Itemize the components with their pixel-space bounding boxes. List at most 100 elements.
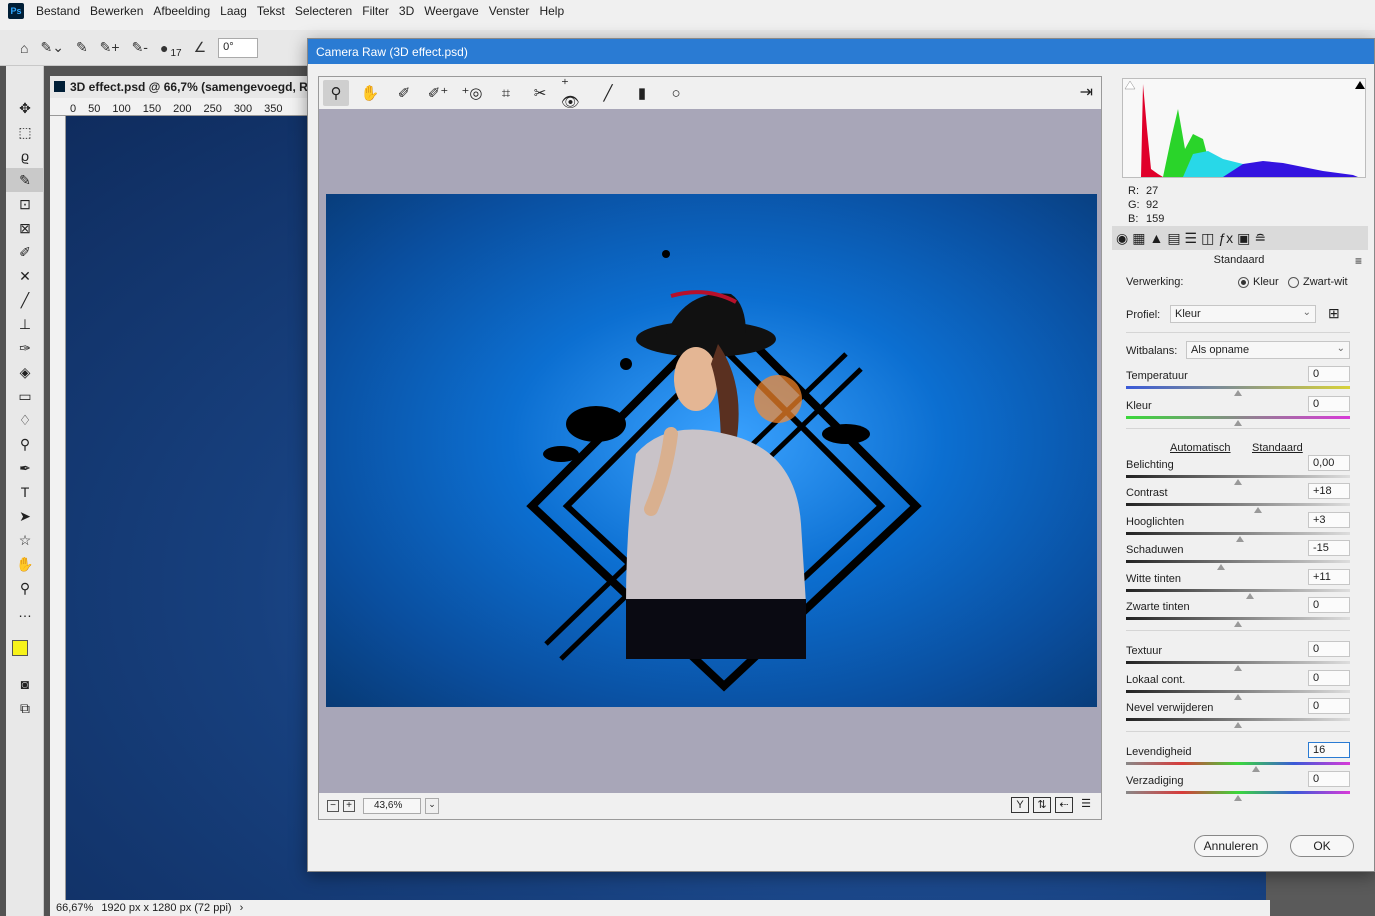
menu-bestand[interactable]: Bestand	[36, 4, 80, 18]
shape-tool-icon[interactable]: ☆	[6, 528, 44, 552]
menu-bewerken[interactable]: Bewerken	[90, 4, 143, 18]
quick-selection-tool-icon[interactable]: ✎	[6, 168, 44, 192]
detail-tab-icon[interactable]: ▲	[1149, 230, 1163, 246]
cancel-button[interactable]: Annuleren	[1194, 835, 1268, 857]
move-tool-icon[interactable]: ✥	[6, 96, 44, 120]
spot-removal-icon[interactable]: ✂	[527, 80, 553, 106]
menu-venster[interactable]: Venster	[489, 4, 530, 18]
crop-tool-icon[interactable]: ⊡	[6, 192, 44, 216]
profile-select[interactable]: Kleur ⌄	[1170, 305, 1316, 323]
ok-button[interactable]: OK	[1290, 835, 1354, 857]
hand-tool-icon[interactable]: ✋	[6, 552, 44, 576]
radio-color[interactable]	[1238, 276, 1249, 288]
brush-tool-icon[interactable]: ╱	[6, 288, 44, 312]
hand-icon[interactable]: ✋	[357, 80, 383, 106]
zoom-tool-icon[interactable]: ⚲	[6, 576, 44, 600]
slider-value-field[interactable]: 0,00	[1308, 455, 1350, 471]
slider-value-field[interactable]: 0	[1308, 641, 1350, 657]
zoom-icon[interactable]: ⚲	[323, 80, 349, 106]
slider-thumb[interactable]	[1251, 766, 1260, 772]
slider-thumb[interactable]	[1234, 665, 1242, 671]
subtract-selection-icon[interactable]: ✎-	[132, 39, 148, 56]
zoom-level-field[interactable]: 43,6%	[363, 798, 421, 814]
slider-track[interactable]	[1126, 718, 1350, 721]
toggle-settings-icon[interactable]: ☰	[1077, 797, 1095, 813]
menu-weergave[interactable]: Weergave	[424, 4, 478, 18]
slider-value-field[interactable]: 0	[1308, 366, 1350, 382]
blur-tool-icon[interactable]: ♢	[6, 408, 44, 432]
slider-thumb[interactable]	[1246, 593, 1255, 599]
menu-help[interactable]: Help	[539, 4, 564, 18]
lens-tab-icon[interactable]: ◫	[1201, 230, 1214, 247]
slider-value-field[interactable]: 0	[1308, 698, 1350, 714]
quick-select-preset-icon[interactable]: ✎⌄	[40, 39, 63, 56]
auto-link[interactable]: Automatisch	[1170, 442, 1231, 454]
slider-thumb[interactable]	[1234, 795, 1242, 801]
graduated-filter-icon[interactable]: ▮	[629, 80, 655, 106]
slider-thumb[interactable]	[1254, 507, 1263, 513]
swap-settings-icon[interactable]: ⇅	[1033, 797, 1051, 813]
slider-thumb[interactable]	[1236, 536, 1245, 542]
type-tool-icon[interactable]: T	[6, 480, 44, 504]
slider-track[interactable]	[1126, 475, 1350, 478]
slider-thumb[interactable]	[1234, 694, 1242, 700]
slider-thumb[interactable]	[1234, 420, 1242, 426]
red-eye-icon[interactable]: ⁺👁	[561, 76, 587, 111]
slider-track[interactable]	[1126, 589, 1350, 592]
slider-value-field[interactable]: -15	[1308, 540, 1350, 556]
slider-track[interactable]	[1126, 661, 1350, 664]
slider-value-field[interactable]: 0	[1308, 597, 1350, 613]
screen-mode-icon[interactable]: ⧉	[6, 696, 44, 720]
white-balance-icon[interactable]: ✐	[391, 80, 417, 106]
zoom-dropdown-icon[interactable]: ⌄	[425, 798, 439, 814]
slider-value-field[interactable]: +11	[1308, 569, 1350, 585]
path-selection-icon[interactable]: ➤	[6, 504, 44, 528]
slider-track[interactable]	[1126, 617, 1350, 620]
fullscreen-toggle-icon[interactable]: ⇥	[1080, 82, 1093, 102]
slider-track[interactable]	[1126, 532, 1350, 535]
slider-thumb[interactable]	[1234, 621, 1242, 627]
slider-thumb[interactable]	[1217, 564, 1226, 570]
history-brush-icon[interactable]: ✑	[6, 336, 44, 360]
slider-value-field[interactable]: 0	[1308, 670, 1350, 686]
new-selection-icon[interactable]: ✎	[76, 39, 88, 56]
tone-curve-tab-icon[interactable]: ▦	[1132, 230, 1145, 247]
slider-track[interactable]	[1126, 762, 1350, 765]
menu-selecteren[interactable]: Selecteren	[295, 4, 352, 18]
default-link[interactable]: Standaard	[1252, 442, 1303, 454]
slider-track[interactable]	[1126, 690, 1350, 693]
status-zoom[interactable]: 66,67%	[56, 902, 93, 914]
targeted-adjust-icon[interactable]: ⁺◎	[459, 80, 485, 106]
menu-tekst[interactable]: Tekst	[257, 4, 285, 18]
zoom-out-button[interactable]: −	[327, 800, 339, 812]
presets-tab-icon[interactable]: ≘	[1254, 230, 1266, 247]
gradient-tool-icon[interactable]: ▭	[6, 384, 44, 408]
slider-track[interactable]	[1126, 416, 1350, 419]
status-arrow-icon[interactable]: ›	[240, 902, 244, 914]
before-after-icon[interactable]: Y	[1011, 797, 1029, 813]
radio-bw[interactable]	[1288, 276, 1299, 288]
frame-tool-icon[interactable]: ⊠	[6, 216, 44, 240]
preview-image[interactable]	[326, 194, 1097, 707]
home-icon[interactable]: ⌂	[20, 40, 28, 56]
menu-laag[interactable]: Laag	[220, 4, 247, 18]
menu-filter[interactable]: Filter	[362, 4, 389, 18]
marquee-tool-icon[interactable]: ⬚	[6, 120, 44, 144]
add-selection-icon[interactable]: ✎+	[100, 39, 120, 56]
slider-track[interactable]	[1126, 560, 1350, 563]
more-tools-icon[interactable]: …	[6, 600, 44, 624]
lasso-tool-icon[interactable]: ϱ	[6, 144, 44, 168]
slider-value-field[interactable]: +3	[1308, 512, 1350, 528]
split-toning-tab-icon[interactable]: ☰	[1185, 230, 1198, 247]
menu-afbeelding[interactable]: Afbeelding	[153, 4, 210, 18]
slider-track[interactable]	[1126, 386, 1350, 389]
adjustment-brush-icon[interactable]: ╱	[595, 80, 621, 106]
processing-color-option[interactable]: Kleur	[1238, 276, 1279, 288]
slider-track[interactable]	[1126, 503, 1350, 506]
panel-menu-icon[interactable]: ≡	[1355, 254, 1362, 268]
slider-thumb[interactable]	[1234, 390, 1242, 396]
menu-3d[interactable]: 3D	[399, 4, 414, 18]
processing-bw-option[interactable]: Zwart-wit	[1288, 276, 1348, 288]
slider-value-field[interactable]: 0	[1308, 771, 1350, 787]
profile-browser-icon[interactable]: ⊞	[1328, 305, 1340, 322]
